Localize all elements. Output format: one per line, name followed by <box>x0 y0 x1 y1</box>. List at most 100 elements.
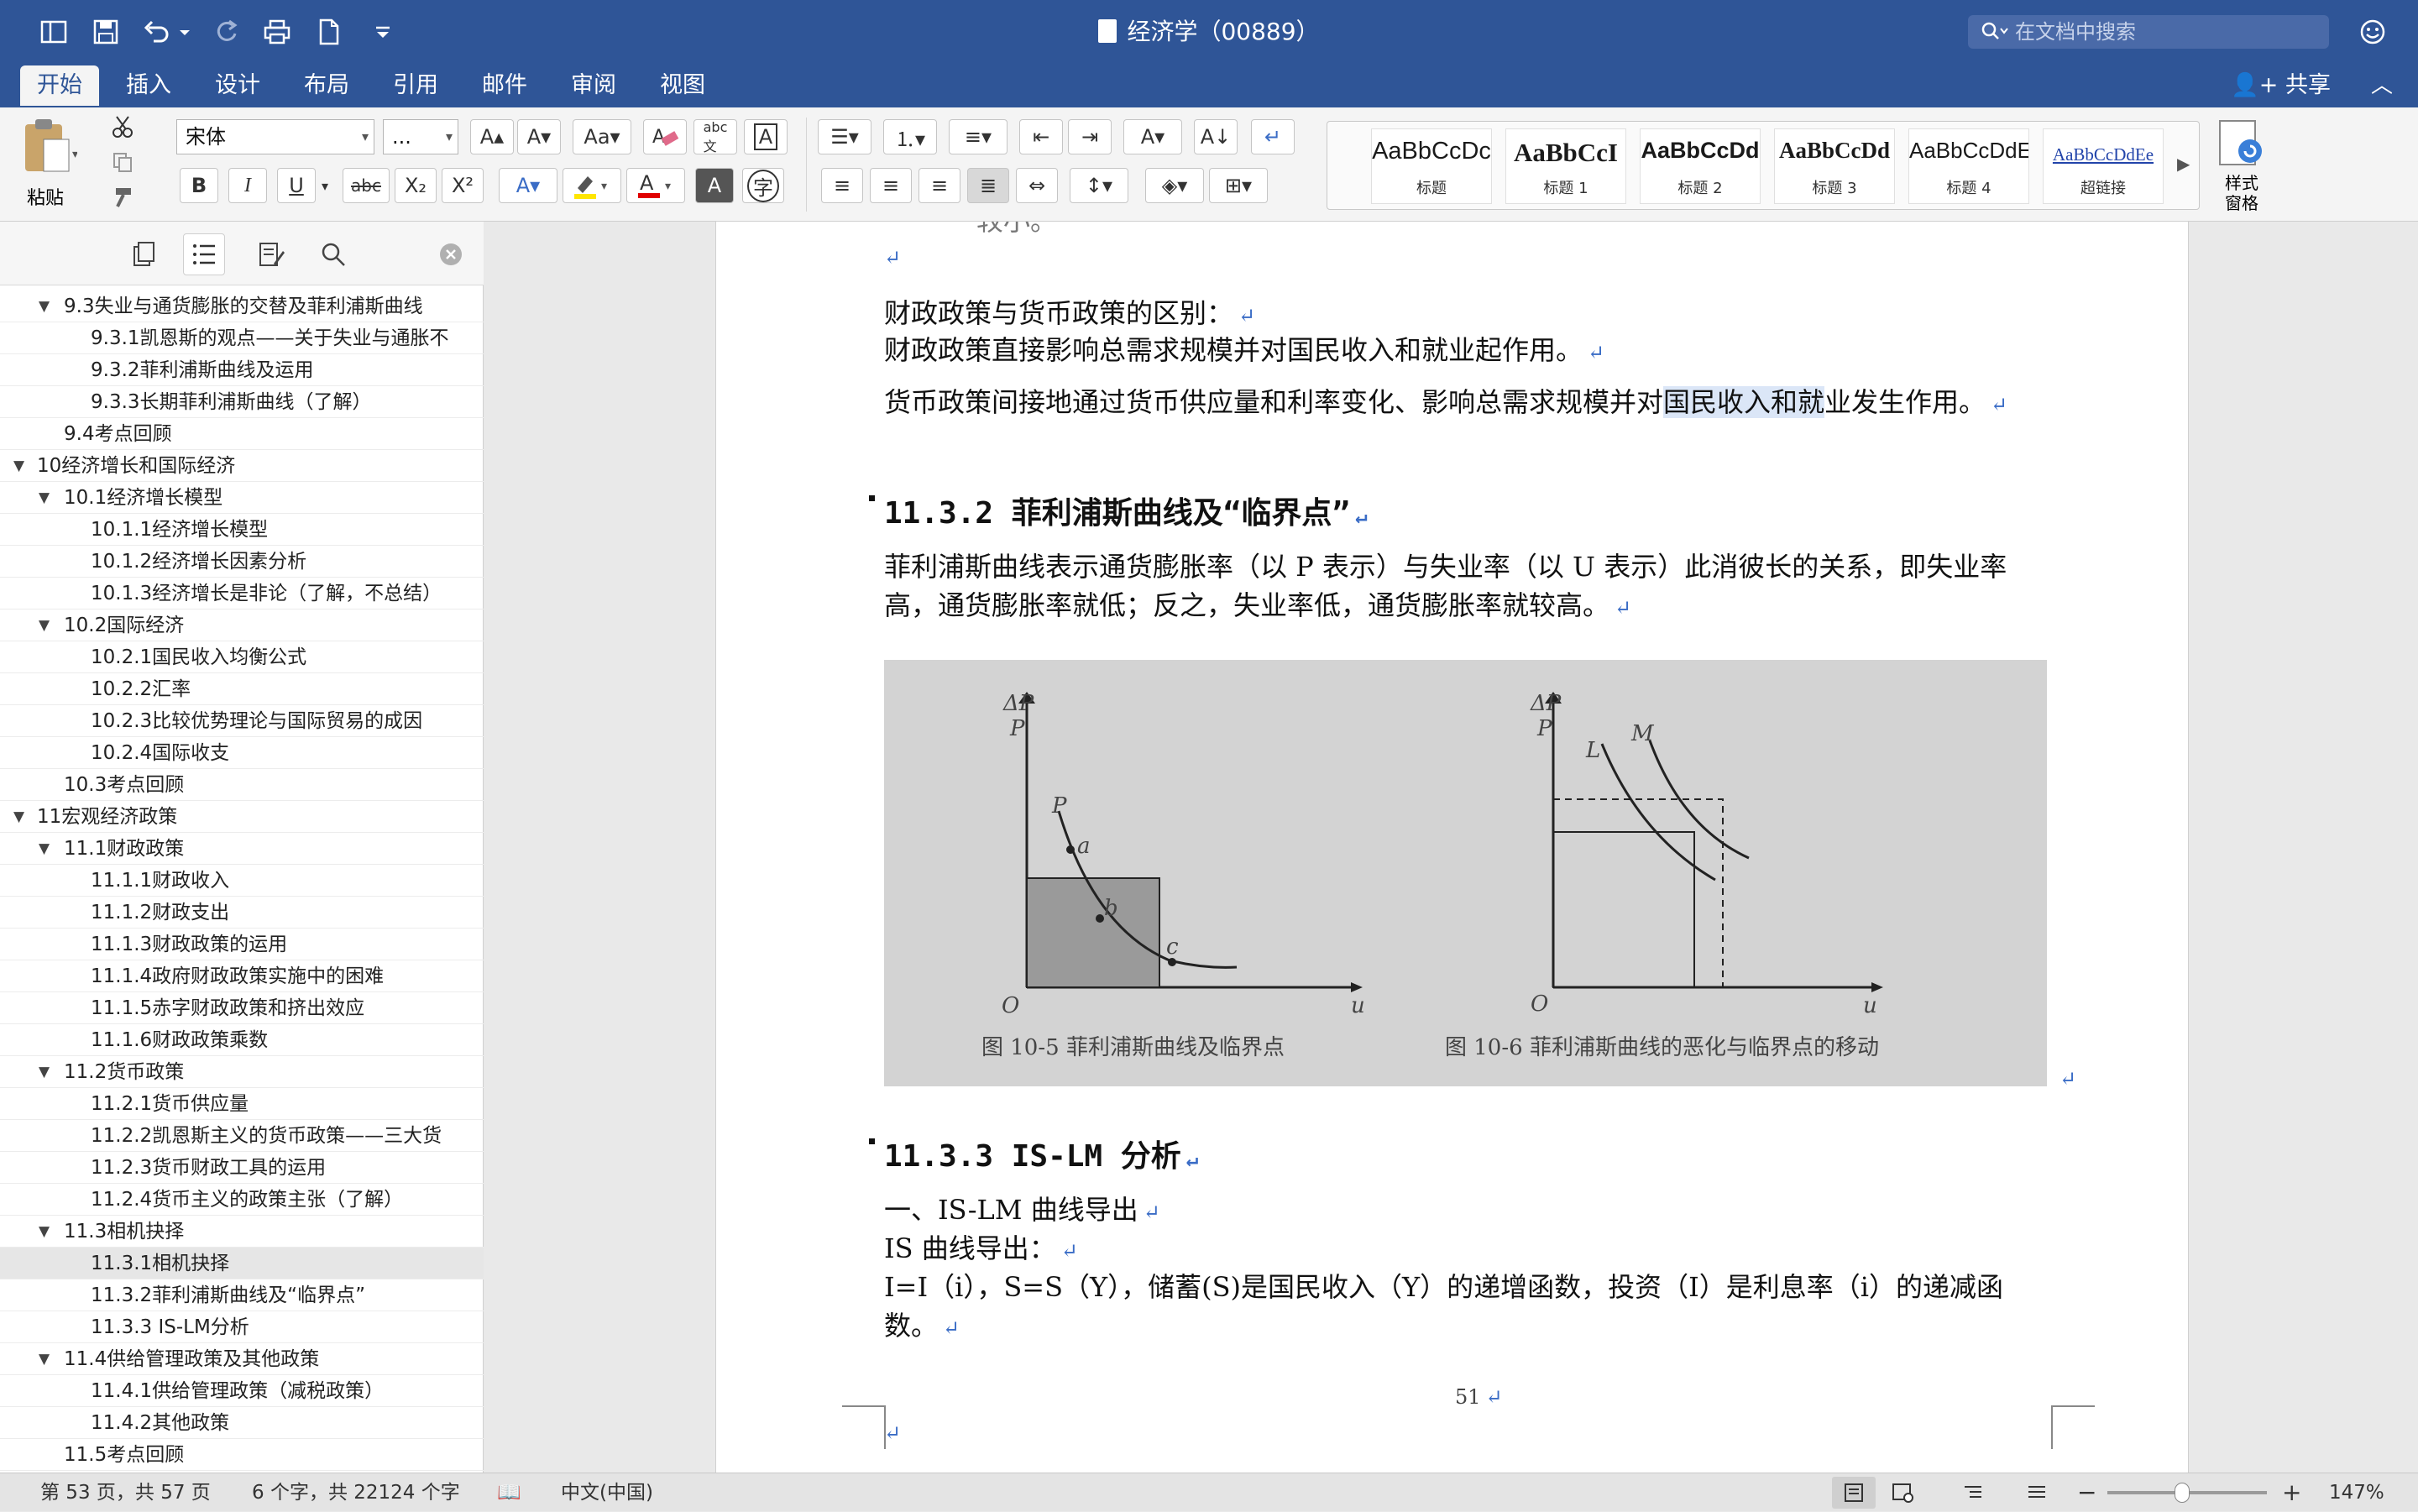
decrease-indent-icon[interactable]: ⇤ <box>1019 119 1063 154</box>
underline-button[interactable]: U <box>277 168 316 203</box>
tab-mailings[interactable]: 邮件 <box>465 65 544 106</box>
nav-item[interactable]: 9.3.3长期菲利浦斯曲线（了解） <box>0 386 484 418</box>
customize-toolbar-icon[interactable] <box>366 15 400 49</box>
nav-item[interactable]: 9.3.1凯恩斯的观点——关于失业与通胀不 <box>0 322 484 354</box>
nav-item[interactable]: 10.2.2汇率 <box>0 673 484 705</box>
font-color-icon[interactable]: A ▾ <box>626 168 685 203</box>
phonetic-guide-icon[interactable]: abc 文 <box>693 119 737 154</box>
style-heading-4[interactable]: AaBbCcDdE 标题 4 <box>1908 128 2029 204</box>
nav-item[interactable]: ▼ 11宏观经济政策 <box>0 801 484 833</box>
nav-item[interactable]: 10.1.3经济增长是非论（了解，不总结） <box>0 578 484 610</box>
tab-insert[interactable]: 插入 <box>109 65 188 106</box>
tab-references[interactable]: 引用 <box>376 65 455 106</box>
bullets-icon[interactable]: ☰▾ <box>818 119 871 154</box>
zoom-in-button[interactable]: + <box>2282 1473 2301 1512</box>
nav-item[interactable]: 11.1.4政府财政政策实施中的困难 <box>0 960 484 992</box>
zoom-level[interactable]: 147% <box>2329 1473 2384 1512</box>
collapse-ribbon-icon[interactable]: ︿ <box>2371 65 2393 106</box>
gallery-next-icon[interactable]: ▶ <box>2177 154 2190 174</box>
feedback-smiley-icon[interactable] <box>2356 15 2389 49</box>
nav-item[interactable]: ▼ 9.3失业与通货膨胀的交替及菲利浦斯曲线 <box>0 290 484 322</box>
text-effects-button[interactable]: A▾ <box>499 168 557 203</box>
expand-toggle-icon[interactable]: ▼ <box>39 1056 50 1088</box>
format-painter-icon[interactable] <box>106 181 139 213</box>
sort-icon[interactable]: A↓ <box>1194 119 1238 154</box>
shrink-font-button[interactable]: A▾ <box>517 119 561 154</box>
style-title[interactable]: AaBbCcDc 标题 <box>1371 128 1492 204</box>
style-heading-3[interactable]: AaBbCcDd 标题 3 <box>1774 128 1895 204</box>
nav-item[interactable]: 11.1.6财政政策乘数 <box>0 1024 484 1056</box>
draft-view-icon[interactable] <box>2015 1477 2059 1509</box>
search-icon[interactable] <box>312 233 354 275</box>
tab-home[interactable]: 开始 <box>20 65 99 106</box>
save-icon[interactable] <box>89 15 123 49</box>
enclose-characters-icon[interactable]: 字 <box>742 168 784 203</box>
change-case-button[interactable]: Aa▾ <box>573 119 631 154</box>
tab-review[interactable]: 审阅 <box>554 65 633 106</box>
strikethrough-button[interactable]: abc <box>343 168 390 203</box>
cut-icon[interactable] <box>106 111 139 143</box>
nav-item[interactable]: 10.1.2经济增长因素分析 <box>0 546 484 578</box>
bold-button[interactable]: B <box>180 168 218 203</box>
text-direction-icon[interactable]: A▾ <box>1123 119 1182 154</box>
show-formatting-marks-icon[interactable]: ↵ <box>1251 119 1295 154</box>
share-button[interactable]: 👤+ 共享 <box>2231 65 2331 106</box>
nav-item[interactable]: 11.1.3财政政策的运用 <box>0 929 484 960</box>
page-count[interactable]: 第 53 页，共 57 页 <box>40 1473 211 1512</box>
style-heading-1[interactable]: AaBbCcI 标题 1 <box>1505 128 1626 204</box>
undo-icon[interactable] <box>139 15 173 49</box>
word-count[interactable]: 6 个字，共 22124 个字 <box>252 1473 460 1512</box>
web-layout-view-icon[interactable] <box>1881 1477 1924 1509</box>
nav-item[interactable]: 11.2.3货币财政工具的运用 <box>0 1152 484 1184</box>
nav-item[interactable]: 11.3.2菲利浦斯曲线及“临界点” <box>0 1279 484 1311</box>
document-map-icon[interactable] <box>183 233 225 275</box>
superscript-button[interactable]: X² <box>442 168 484 203</box>
distributed-icon[interactable]: ⇔ <box>1016 168 1058 203</box>
nav-item[interactable]: ▼ 10.2国际经济 <box>0 610 484 641</box>
nav-item[interactable]: 11.3.3 IS-LM分析 <box>0 1311 484 1343</box>
clear-formatting-icon[interactable]: A <box>643 119 687 154</box>
character-shading-button[interactable]: A <box>695 168 734 203</box>
expand-toggle-icon[interactable]: ▼ <box>39 1216 50 1248</box>
search-input[interactable]: 在文档中搜索 <box>1968 15 2329 49</box>
sidebar-toggle-icon[interactable] <box>37 15 71 49</box>
borders-icon[interactable]: ⊞▾ <box>1209 168 1268 203</box>
nav-item[interactable]: 10.2.1国民收入均衡公式 <box>0 641 484 673</box>
copy-icon[interactable] <box>106 146 139 178</box>
nav-item[interactable]: ▼ 10.1经济增长模型 <box>0 482 484 514</box>
nav-item[interactable]: 11.5考点回顾 <box>0 1439 484 1471</box>
tab-design[interactable]: 设计 <box>198 65 277 106</box>
highlight-color-icon[interactable]: ▾ <box>563 168 621 203</box>
expand-toggle-icon[interactable]: ▼ <box>39 482 50 514</box>
nav-item[interactable]: ▼ 11.4供给管理政策及其他政策 <box>0 1343 484 1375</box>
nav-item[interactable]: ▼ 11.1财政政策 <box>0 833 484 865</box>
document-page[interactable]: 较小。 ↵ 财政政策与货币政策的区别：↵ 财政政策直接影响总需求规模并对国民收入… <box>715 222 2189 1473</box>
style-hyperlink[interactable]: AaBbCcDdEe 超链接 <box>2043 128 2164 204</box>
nav-item[interactable]: 10.2.4国际收支 <box>0 737 484 769</box>
font-size-select[interactable]: ... ▾ <box>383 119 458 154</box>
nav-item[interactable]: 11.4.2其他政策 <box>0 1407 484 1439</box>
italic-button[interactable]: I <box>228 168 267 203</box>
nav-item[interactable]: 11.1.2财政支出 <box>0 897 484 929</box>
nav-item[interactable]: 11.2.4货币主义的政策主张（了解） <box>0 1184 484 1216</box>
nav-item[interactable]: 11.1.1财政收入 <box>0 865 484 897</box>
numbering-icon[interactable]: ⒈▾ <box>883 119 937 154</box>
align-left-icon[interactable]: ≡ <box>821 168 863 203</box>
nav-item[interactable]: 9.3.2菲利浦斯曲线及运用 <box>0 354 484 386</box>
increase-indent-icon[interactable]: ⇥ <box>1068 119 1112 154</box>
expand-toggle-icon[interactable]: ▼ <box>39 1343 50 1375</box>
subscript-button[interactable]: X₂ <box>395 168 437 203</box>
nav-item[interactable]: ▼ 10经济增长和国际经济 <box>0 450 484 482</box>
line-spacing-icon[interactable]: ↕▾ <box>1070 168 1128 203</box>
styles-pane-button[interactable]: 样式 窗格 <box>2216 118 2275 217</box>
paste-button[interactable]: ▾ 粘贴 <box>18 116 78 209</box>
nav-item[interactable]: 11.2.2凯恩斯主义的货币政策——三大货 <box>0 1120 484 1152</box>
nav-item[interactable]: 10.1.1经济增长模型 <box>0 514 484 546</box>
nav-item[interactable]: 11.4.1供给管理政策（减税政策） <box>0 1375 484 1407</box>
expand-toggle-icon[interactable]: ▼ <box>39 610 50 641</box>
nav-item[interactable]: 11.1.5赤字财政政策和挤出效应 <box>0 992 484 1024</box>
multilevel-list-icon[interactable]: ≡▾ <box>949 119 1008 154</box>
outline-view-icon[interactable] <box>1951 1477 1995 1509</box>
nav-item[interactable]: 11.2.1货币供应量 <box>0 1088 484 1120</box>
undo-dropdown-icon[interactable] <box>175 15 195 49</box>
